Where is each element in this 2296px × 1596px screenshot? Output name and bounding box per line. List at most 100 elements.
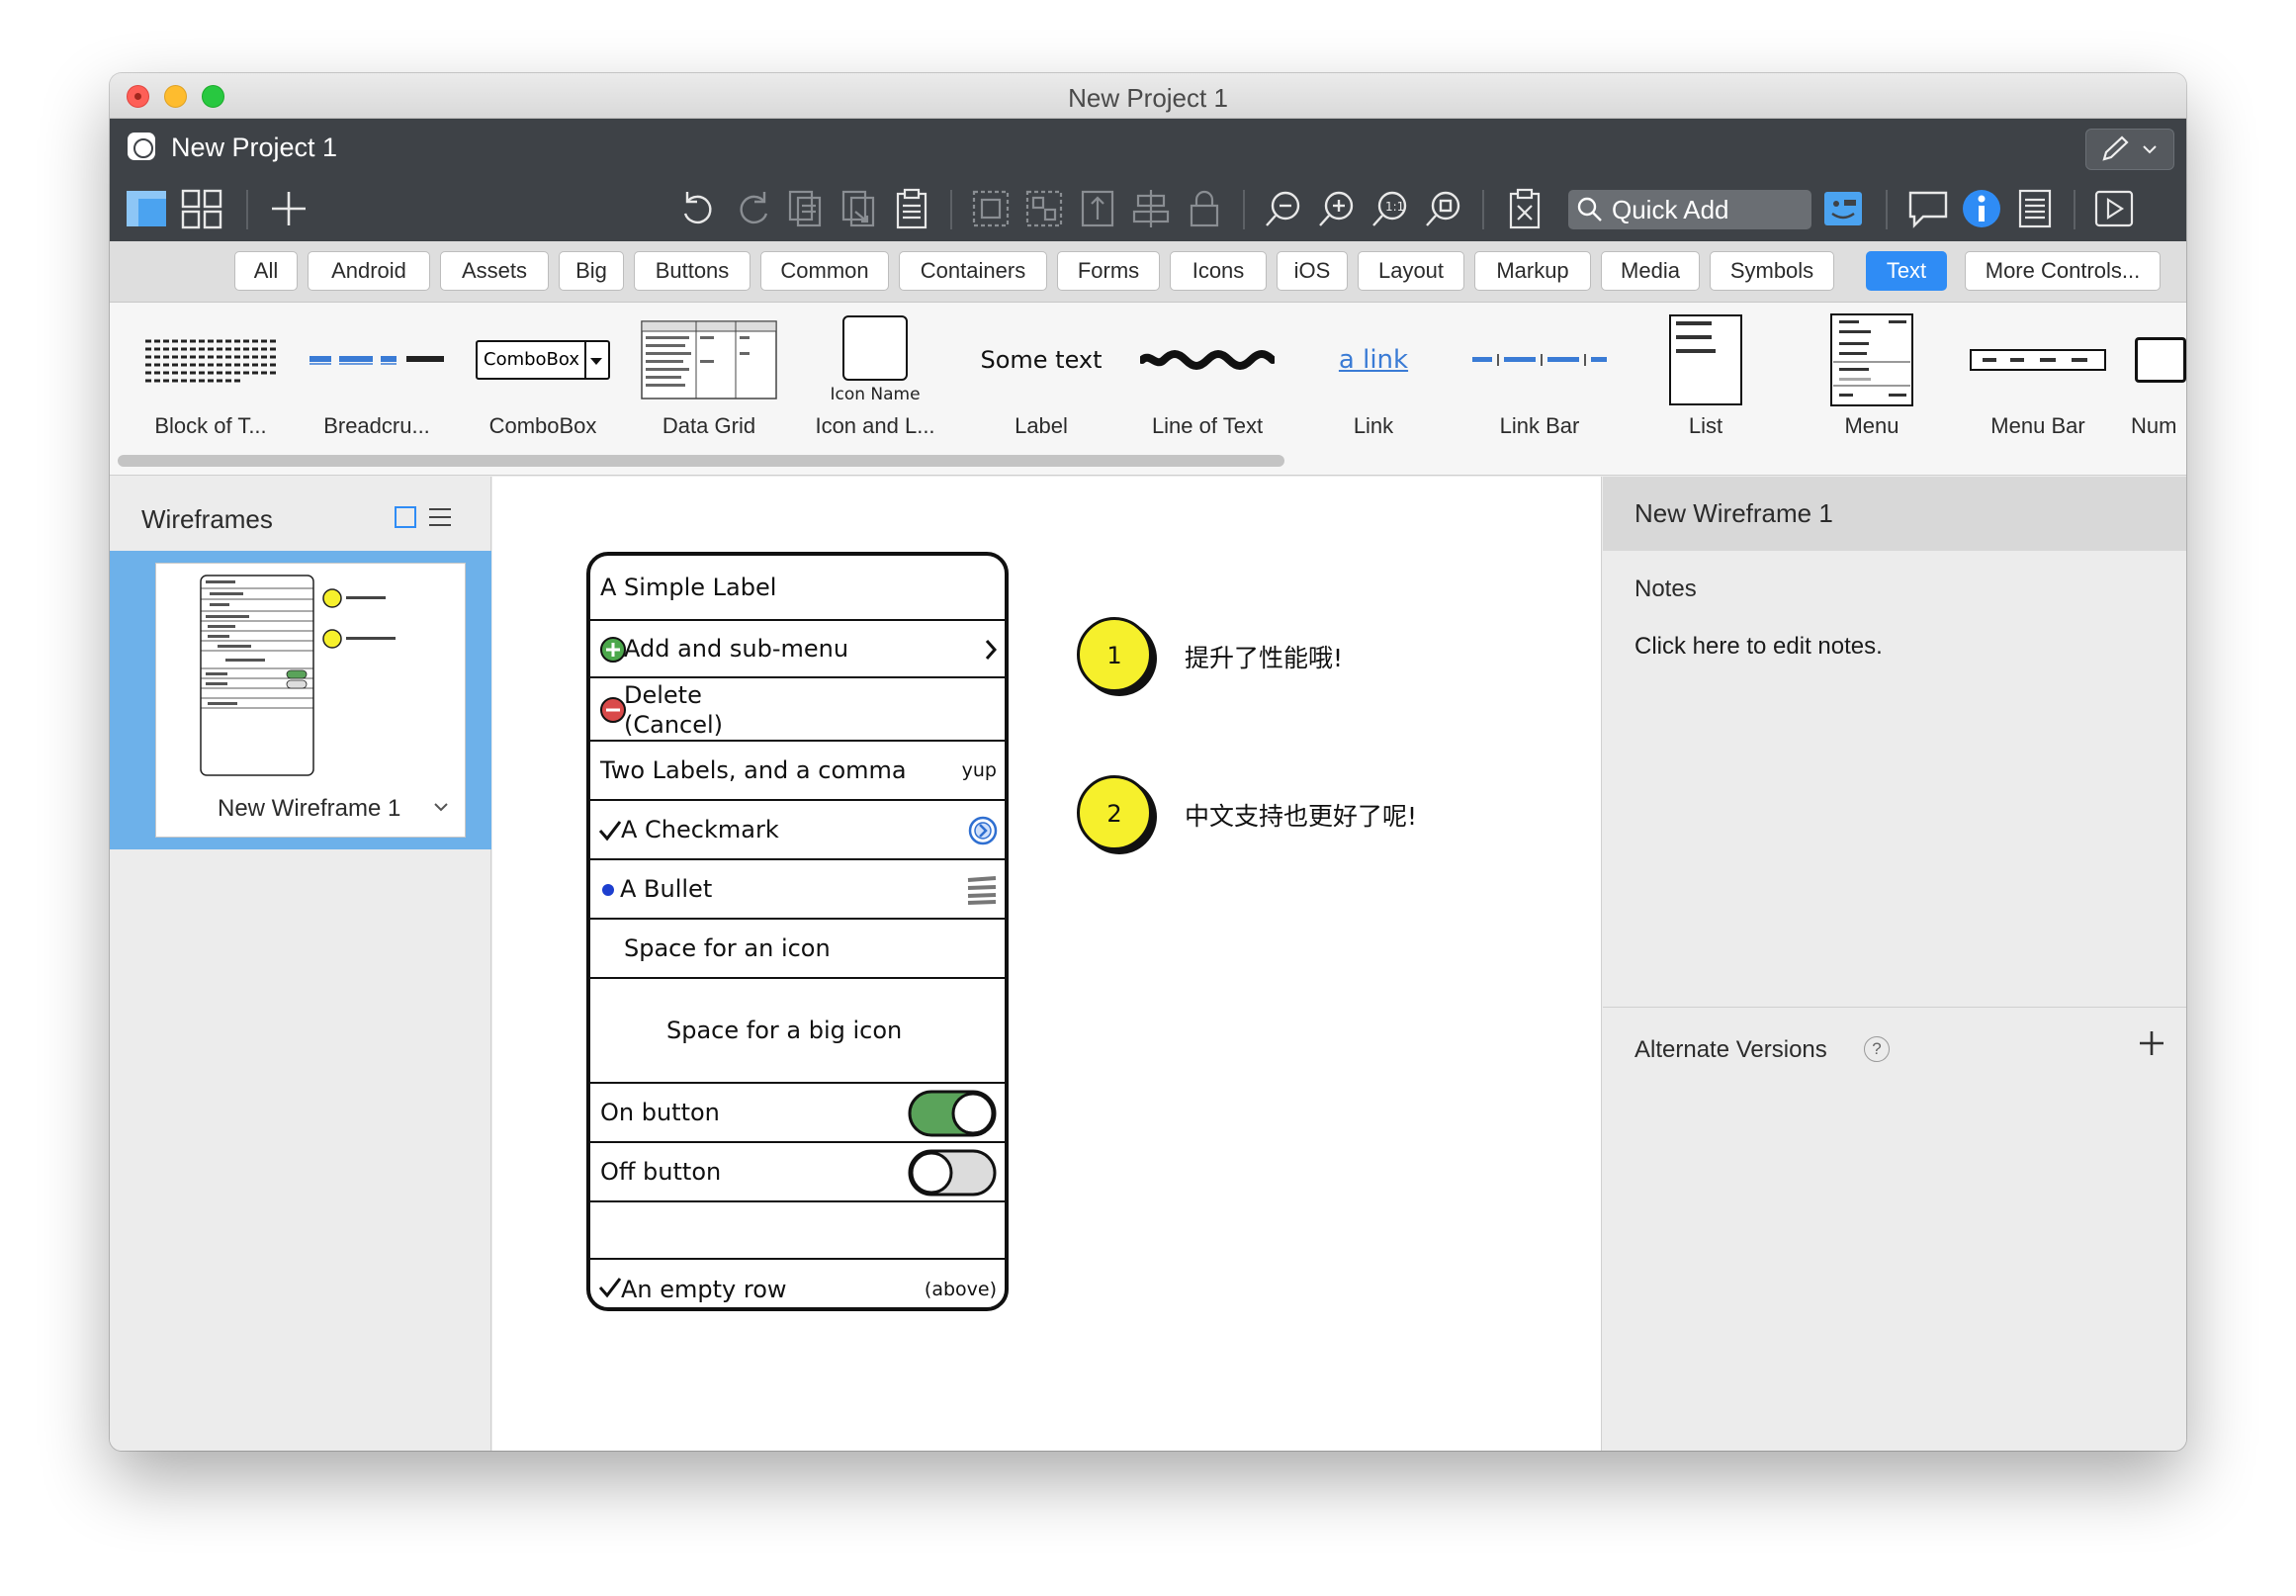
- controls-horizontal-scrollbar[interactable]: [118, 455, 1284, 467]
- row-checkmark[interactable]: A Checkmark: [590, 801, 1005, 860]
- row-bullet[interactable]: A Bullet: [590, 860, 1005, 920]
- comment-icon[interactable]: [1905, 186, 1951, 231]
- filter-buttons[interactable]: Buttons: [634, 251, 751, 291]
- add-version-icon[interactable]: [2137, 1028, 2166, 1058]
- single-view-icon[interactable]: [124, 186, 169, 231]
- filter-text[interactable]: Text: [1866, 251, 1947, 291]
- info-icon[interactable]: [1959, 186, 2004, 231]
- filter-markup[interactable]: Markup: [1474, 251, 1591, 291]
- row-two-labels[interactable]: Two Labels, and a comma yup: [590, 742, 1005, 801]
- filter-icons[interactable]: Icons: [1170, 251, 1267, 291]
- wireframes-panel: Wireframes New Wireframe 1: [110, 477, 491, 1451]
- notes-field[interactable]: Click here to edit notes.: [1634, 633, 1883, 661]
- control-menu-bar[interactable]: Menu Bar: [1955, 303, 2121, 451]
- wireframe-name[interactable]: New Wireframe 1: [218, 795, 400, 823]
- list-view-icon[interactable]: [428, 506, 452, 528]
- control-link[interactable]: a link Link: [1290, 303, 1457, 451]
- row-delete-cancel[interactable]: Delete (Cancel): [590, 678, 1005, 742]
- zoom-out-icon[interactable]: [1261, 186, 1306, 231]
- filter-containers[interactable]: Containers: [899, 251, 1047, 291]
- ui-library-icon[interactable]: [1820, 186, 1866, 231]
- callout-1[interactable]: 1: [1077, 617, 1152, 692]
- control-label: Link: [1353, 413, 1394, 438]
- control-label: Num: [2131, 413, 2177, 438]
- control-combobox[interactable]: ComboBox ComboBox: [460, 303, 626, 451]
- wireframe-canvas[interactable]: A Simple Label Add and sub-menu Delete (…: [492, 477, 1602, 1451]
- toggle-on-switch[interactable]: [908, 1088, 999, 1139]
- control-line-of-text[interactable]: Line of Text: [1124, 303, 1290, 451]
- presentation-play-icon[interactable]: [2091, 186, 2137, 231]
- row-empty[interactable]: [590, 1202, 1005, 1260]
- lock-icon[interactable]: [1182, 186, 1227, 231]
- grid-view-icon[interactable]: [179, 186, 224, 231]
- callout-1-text[interactable]: 提升了性能哦!: [1185, 639, 1343, 674]
- filter-media[interactable]: Media: [1601, 251, 1700, 291]
- control-label: ComboBox: [488, 413, 597, 438]
- actual-size-icon[interactable]: 1:1: [1368, 186, 1413, 231]
- control-link-bar[interactable]: Link Bar: [1457, 303, 1623, 451]
- filter-forms[interactable]: Forms: [1057, 251, 1160, 291]
- arrange-icon[interactable]: [1075, 186, 1120, 231]
- duplicate-icon[interactable]: [782, 186, 828, 231]
- filter-ios[interactable]: iOS: [1277, 251, 1348, 291]
- ui-controls-strip: Block of T... Breadcru... ComboBox Combo…: [110, 303, 2186, 476]
- filter-common[interactable]: Common: [760, 251, 889, 291]
- row-add-submenu[interactable]: Add and sub-menu: [590, 621, 1005, 678]
- control-numeric[interactable]: Num: [2121, 303, 2186, 451]
- quick-add-placeholder: Quick Add: [1612, 195, 1729, 224]
- mockup-phone-list[interactable]: A Simple Label Add and sub-menu Delete (…: [586, 552, 1009, 1311]
- ungroup-icon[interactable]: [1021, 186, 1067, 231]
- paste-icon[interactable]: [889, 186, 934, 231]
- row-off-button[interactable]: Off button: [590, 1143, 1005, 1202]
- control-label-item[interactable]: Some text Label: [958, 303, 1124, 451]
- control-menu[interactable]: Menu: [1789, 303, 1955, 451]
- control-list[interactable]: List: [1623, 303, 1789, 451]
- project-title[interactable]: New Project 1: [171, 133, 337, 163]
- chevron-down-icon[interactable]: [431, 797, 451, 817]
- row-on-button[interactable]: On button: [590, 1084, 1005, 1143]
- edit-mode-button[interactable]: [2085, 129, 2174, 170]
- row-empty-row-above[interactable]: An empty row (above): [590, 1260, 1005, 1307]
- wireframe-thumbnail[interactable]: New Wireframe 1: [155, 563, 466, 838]
- filter-layout[interactable]: Layout: [1358, 251, 1464, 291]
- app-window: New Project 1 New Project 1 1:1 Quick Ad…: [110, 73, 2186, 1451]
- filter-android[interactable]: Android: [308, 251, 430, 291]
- combobox-thumb-text: ComboBox: [484, 349, 580, 370]
- divider: [1603, 1007, 2186, 1008]
- control-label: Icon and L...: [815, 413, 935, 438]
- copy-icon[interactable]: [836, 186, 881, 231]
- toggle-off-switch[interactable]: [908, 1147, 999, 1198]
- wireframe-list-item-selected[interactable]: New Wireframe 1: [110, 551, 491, 849]
- filter-all[interactable]: All: [234, 251, 298, 291]
- row-simple-label[interactable]: A Simple Label: [590, 556, 1005, 621]
- control-label: List: [1688, 413, 1723, 438]
- group-icon[interactable]: [968, 186, 1014, 231]
- zoom-fit-icon[interactable]: [1421, 186, 1466, 231]
- quick-add-input[interactable]: Quick Add: [1568, 190, 1811, 229]
- filter-symbols[interactable]: Symbols: [1710, 251, 1834, 291]
- clear-clipboard-icon[interactable]: [1502, 186, 1547, 231]
- row-space-for-big-icon[interactable]: Space for a big icon: [590, 979, 1005, 1084]
- add-icon[interactable]: [266, 186, 311, 231]
- callout-2-text[interactable]: 中文支持也更好了呢!: [1185, 797, 1417, 833]
- filter-assets[interactable]: Assets: [440, 251, 549, 291]
- redo-icon[interactable]: [731, 186, 776, 231]
- filter-big[interactable]: Big: [559, 251, 624, 291]
- control-block-of-text[interactable]: Block of T...: [128, 303, 294, 451]
- control-label: Label: [1015, 413, 1068, 438]
- control-breadcrumbs[interactable]: Breadcru...: [294, 303, 460, 451]
- filter-more-controls[interactable]: More Controls...: [1965, 251, 2161, 291]
- label-thumb-text: Some text: [980, 346, 1103, 374]
- zoom-in-icon[interactable]: [1314, 186, 1360, 231]
- help-icon[interactable]: ?: [1864, 1036, 1890, 1062]
- notes-icon[interactable]: [2012, 186, 2058, 231]
- control-data-grid[interactable]: Data Grid: [626, 303, 792, 451]
- row-space-for-icon[interactable]: Space for an icon: [590, 920, 1005, 979]
- undo-icon[interactable]: [675, 186, 721, 231]
- inspector-title[interactable]: New Wireframe 1: [1634, 498, 1833, 529]
- thumbnail-view-icon[interactable]: [395, 506, 416, 528]
- row-right-label: yup: [961, 759, 997, 781]
- align-icon[interactable]: [1128, 186, 1174, 231]
- control-icon-and-label[interactable]: Icon Name Icon and L...: [792, 303, 958, 451]
- callout-2[interactable]: 2: [1077, 775, 1152, 850]
